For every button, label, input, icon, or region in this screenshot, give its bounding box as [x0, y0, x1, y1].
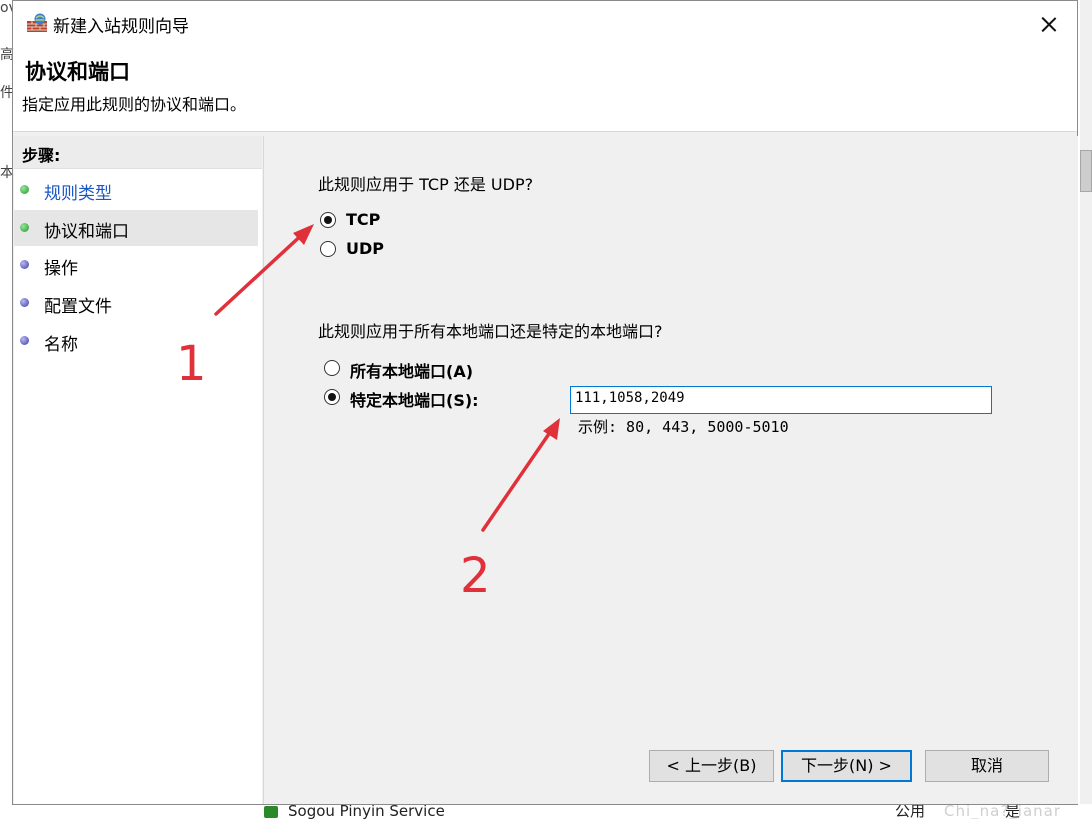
steps-pane: 步骤: 规则类型 协议和端口 操作 配置文件 名称: [14, 136, 262, 804]
background-rule-row[interactable]: Sogou Pinyin Service 公用 Chi_na?_ianar 是: [0, 804, 1092, 819]
protocol-question: 此规则应用于 TCP 还是 UDP?: [318, 175, 534, 194]
step-label: 规则类型: [44, 184, 112, 204]
steps-header-label: 步骤:: [22, 146, 61, 165]
background-right-strip: [1080, 0, 1092, 819]
watermark: Chi_na?_ianar: [944, 804, 1062, 819]
step-name: 名称: [14, 323, 258, 359]
radio-unchecked-icon: [324, 360, 340, 376]
page-description: 指定应用此规则的协议和端口。: [22, 95, 247, 114]
firewall-icon: [27, 13, 47, 32]
step-current-icon: [20, 223, 29, 232]
background-service-label: Sogou Pinyin Service: [288, 804, 445, 819]
step-action: 操作: [14, 247, 258, 283]
annotation-label-2: 2: [460, 548, 491, 604]
specific-ports-input[interactable]: 111,1058,2049: [570, 386, 992, 414]
step-label: 操作: [44, 259, 78, 279]
next-button[interactable]: 下一步(N) >: [781, 750, 912, 782]
radio-label: UDP: [346, 239, 384, 258]
new-inbound-rule-wizard: 新建入站规则向导 协议和端口 指定应用此规则的协议和端口。 步骤: 规则类型 协…: [12, 0, 1078, 805]
title-bar[interactable]: 新建入站规则向导: [13, 1, 1077, 45]
wizard-header: 协议和端口 指定应用此规则的协议和端口。: [13, 45, 1077, 132]
radio-label: 所有本地端口(A): [350, 362, 474, 381]
background-scrollbar-thumb[interactable]: [1080, 150, 1092, 192]
step-label: 协议和端口: [44, 222, 129, 242]
background-profile: 公用: [895, 804, 926, 819]
step-profile: 配置文件: [14, 285, 258, 321]
step-rule-type[interactable]: 规则类型: [14, 172, 258, 208]
steps-header: 步骤:: [14, 136, 262, 169]
radio-checked-icon: [320, 212, 336, 228]
step-protocol-ports[interactable]: 协议和端口: [14, 210, 258, 246]
radio-label: TCP: [346, 210, 381, 229]
ports-question: 此规则应用于所有本地端口还是特定的本地端口?: [318, 322, 663, 341]
step-done-icon: [20, 185, 29, 194]
cancel-button[interactable]: 取消: [925, 750, 1049, 782]
step-pending-icon: [20, 298, 29, 307]
annotation-label-1: 1: [176, 336, 207, 392]
page-title: 协议和端口: [25, 60, 130, 84]
radio-label: 特定本地端口(S):: [350, 391, 479, 410]
background-enabled: 是: [1005, 804, 1021, 819]
back-button[interactable]: < 上一步(B): [649, 750, 774, 782]
radio-checked-icon: [324, 389, 340, 405]
window-title: 新建入站规则向导: [53, 17, 189, 37]
step-label: 名称: [44, 335, 78, 355]
step-label: 配置文件: [44, 297, 112, 317]
step-pending-icon: [20, 336, 29, 345]
close-button[interactable]: [1031, 9, 1067, 39]
step-pending-icon: [20, 260, 29, 269]
ports-example: 示例: 80, 443, 5000-5010: [578, 418, 789, 436]
wizard-content: 此规则应用于 TCP 还是 UDP? TCP UDP 此规则应用于所有本地端口还…: [263, 136, 1078, 804]
radio-unchecked-icon: [320, 241, 336, 257]
enabled-check-icon: [264, 806, 278, 818]
